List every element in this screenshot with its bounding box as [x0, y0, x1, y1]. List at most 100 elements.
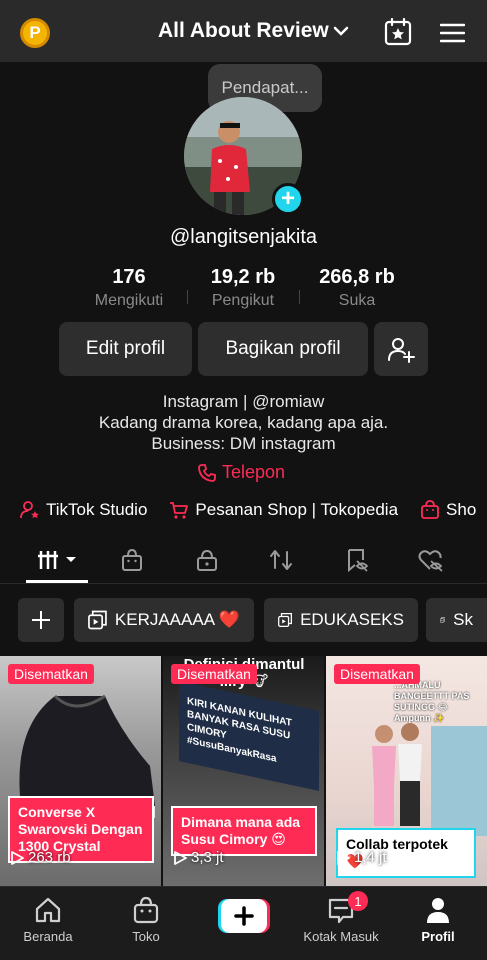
- create-plus-icon: [218, 899, 270, 933]
- bio-line: Instagram | @romiaw: [162, 392, 325, 411]
- divider: [187, 290, 188, 304]
- view-count: 263 rb: [10, 849, 71, 866]
- add-story-plus-icon[interactable]: +: [272, 183, 304, 215]
- link-shop-orders[interactable]: Pesanan Shop | Tokopedia: [169, 500, 398, 520]
- bookmark-eye-off-icon: [348, 549, 369, 572]
- lock-icon: [197, 549, 217, 571]
- add-collection-button[interactable]: [18, 598, 64, 642]
- coin-letter: P: [29, 23, 41, 42]
- chevron-down-icon: [333, 26, 348, 36]
- calendar-star-icon[interactable]: [384, 18, 412, 46]
- tab-favorites[interactable]: [342, 546, 372, 574]
- repost-icon: [270, 550, 292, 570]
- plus-icon: [32, 611, 50, 629]
- tab-videos[interactable]: [36, 546, 80, 574]
- bio-line: Kadang drama korea, kadang apa aja.: [98, 413, 389, 432]
- phone-link[interactable]: Telepon: [198, 462, 285, 483]
- content-tabs: [0, 540, 487, 584]
- notification-badge: 1: [348, 891, 368, 911]
- account-name: All About Review: [158, 19, 329, 42]
- nav-label: Toko: [132, 929, 160, 944]
- stat-value: 19,2 rb: [210, 266, 276, 288]
- pinned-badge: Disematkan: [8, 664, 94, 684]
- sign-board: KIRI KANAN KULIHAT BANYAK RASA SUSU CIMO…: [179, 681, 319, 791]
- heart-eye-off-icon: [418, 550, 443, 572]
- link-label: Sho: [446, 500, 477, 519]
- username: @langitsenjakita: [169, 226, 318, 248]
- phone-label: Telepon: [222, 462, 286, 482]
- nav-label: Beranda: [23, 929, 73, 944]
- collections-row: KERJAAAAA ❤️ EDUKASEKS Sk: [0, 598, 487, 642]
- view-count-value: 3,3 jt: [191, 849, 224, 866]
- collection-chip[interactable]: EDUKASEKS: [264, 598, 418, 642]
- video-thumbnail[interactable]: Definisi dimantul ...ry 🐮 KIRI KANAN KUL…: [163, 656, 324, 886]
- nav-label: Profil: [421, 929, 455, 944]
- collection-icon: [440, 617, 446, 623]
- nav-inbox[interactable]: Kotak Masuk: [296, 895, 386, 944]
- create-button[interactable]: [218, 899, 270, 933]
- video-thumbnail[interactable]: ...AHMALU BANGEETTT PAS SUTINGG 😂 Ampunn…: [326, 656, 487, 886]
- top-bar: P All About Review: [0, 0, 487, 62]
- stat-value: 176: [112, 266, 146, 288]
- shop-bag-icon: [421, 500, 439, 519]
- coin-icon[interactable]: P: [20, 18, 50, 48]
- link-tiktok-studio[interactable]: TikTok Studio: [20, 500, 147, 520]
- play-icon: [174, 850, 187, 865]
- collection-icon: [88, 610, 107, 630]
- tab-reposts[interactable]: [266, 546, 296, 574]
- cart-icon: [170, 502, 189, 519]
- edit-profile-button[interactable]: Edit profil: [59, 322, 192, 376]
- nav-label: Kotak Masuk: [303, 929, 379, 944]
- nav-home[interactable]: Beranda: [3, 895, 93, 944]
- collection-label: KERJAAAAA ❤️: [114, 610, 240, 629]
- stat-label: Mengikuti: [94, 292, 164, 309]
- collection-label: Sk: [453, 610, 473, 629]
- video-thumbnail[interactable]: Disematkan Converse X Swarovski Dengan 1…: [0, 656, 161, 886]
- video-grid: Disematkan Converse X Swarovski Dengan 1…: [0, 656, 487, 886]
- add-person-icon: [388, 338, 415, 363]
- tab-liked[interactable]: [416, 546, 446, 574]
- stat-followers[interactable]: 19,2 rb Pengikut: [188, 266, 298, 310]
- view-count: 3,3 jt: [173, 849, 224, 866]
- add-friend-button[interactable]: [374, 322, 428, 376]
- edit-profile-label: Edit profil: [85, 338, 166, 359]
- phone-icon: [198, 463, 216, 482]
- collection-chip[interactable]: KERJAAAAA ❤️: [74, 598, 254, 642]
- link-shop[interactable]: Sho: [420, 500, 476, 520]
- collection-label: EDUKASEKS: [300, 610, 404, 629]
- collection-chip[interactable]: Sk: [426, 598, 487, 642]
- tab-shop[interactable]: [117, 546, 147, 574]
- pinned-badge: Disematkan: [334, 664, 420, 684]
- profile-links-row: TikTok Studio Pesanan Shop | Tokopedia S…: [20, 498, 487, 522]
- tab-private[interactable]: [192, 546, 222, 574]
- grid-bars-icon: [38, 551, 76, 569]
- play-icon: [11, 850, 24, 865]
- nav-profile[interactable]: Profil: [393, 895, 483, 944]
- view-count: 1,4 jt: [336, 849, 387, 866]
- stat-following[interactable]: 176 Mengikuti: [74, 266, 184, 310]
- profile-icon: [427, 898, 449, 923]
- link-label: TikTok Studio: [46, 500, 148, 519]
- divider: [299, 290, 300, 304]
- bottom-navigation: Beranda Toko Kotak Masuk 1 Profil: [0, 886, 487, 960]
- nav-shop[interactable]: Toko: [101, 895, 191, 944]
- status-note-text: Pendapat...: [221, 78, 309, 97]
- link-label: Pesanan Shop | Tokopedia: [195, 500, 399, 519]
- share-profile-label: Bagikan profil: [225, 338, 341, 359]
- stat-label: Pengikut: [211, 292, 275, 309]
- stat-value: 266,8 rb: [319, 266, 395, 288]
- menu-icon[interactable]: [440, 22, 465, 44]
- bag-icon: [122, 548, 142, 571]
- account-switcher[interactable]: All About Review: [158, 19, 349, 43]
- pinned-badge: Disematkan: [171, 664, 257, 684]
- shop-bag-icon: [133, 896, 159, 924]
- stat-label: Suka: [338, 292, 376, 309]
- bio-line: Business: DM instagram: [151, 434, 336, 453]
- person-star-icon: [20, 501, 39, 519]
- share-profile-button[interactable]: Bagikan profil: [198, 322, 368, 376]
- view-count-value: 263 rb: [28, 849, 71, 866]
- view-count-value: 1,4 jt: [354, 849, 387, 866]
- active-tab-indicator: [26, 580, 88, 583]
- stat-likes[interactable]: 266,8 rb Suka: [302, 266, 412, 310]
- play-icon: [337, 850, 350, 865]
